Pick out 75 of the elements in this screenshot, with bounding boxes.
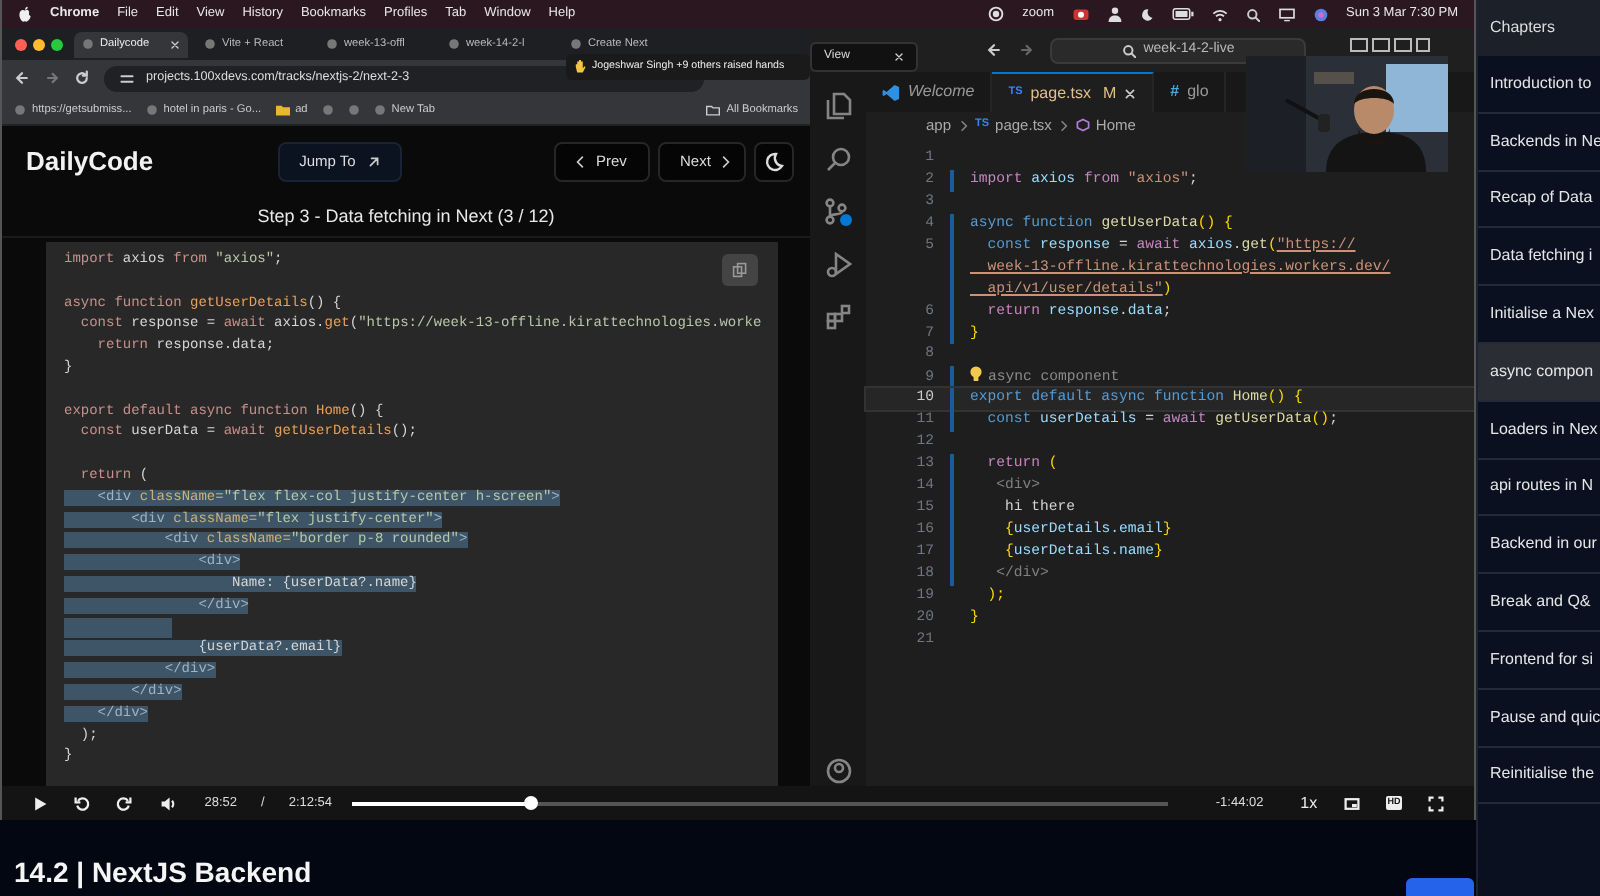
search-icon[interactable] xyxy=(1246,7,1260,21)
vscode-logo-icon xyxy=(882,83,900,101)
chapter-item[interactable]: Backend in our xyxy=(1478,516,1600,575)
step-title: Step 3 - Data fetching in Next (3 / 12) xyxy=(2,198,810,238)
symbol-icon xyxy=(1075,118,1090,132)
chevron-left-icon xyxy=(576,156,584,168)
chapter-item[interactable]: api routes in N xyxy=(1478,459,1600,517)
chevron-right-icon xyxy=(959,119,968,131)
speed-button[interactable]: 1x xyxy=(1287,789,1331,817)
source-control-icon[interactable] xyxy=(824,198,852,226)
favicon-icon xyxy=(570,38,582,50)
copy-button[interactable] xyxy=(722,254,758,286)
chapters-heading: Chapters xyxy=(1478,0,1600,56)
favicon-icon xyxy=(82,38,94,50)
chapter-item[interactable]: Recap of Data xyxy=(1478,171,1600,229)
apple-icon[interactable] xyxy=(18,6,32,22)
fullscreen-icon xyxy=(1428,795,1445,811)
favicon-icon xyxy=(326,38,338,50)
account-icon[interactable] xyxy=(825,758,851,784)
run-debug-icon[interactable] xyxy=(825,252,851,278)
site-info-icon[interactable] xyxy=(120,71,134,85)
favicon-icon xyxy=(448,38,460,50)
chapter-item[interactable]: Frontend for si xyxy=(1478,631,1600,690)
window-controls-icon[interactable] xyxy=(14,37,66,51)
moon-icon[interactable] xyxy=(1140,7,1154,21)
chevron-right-icon xyxy=(1059,119,1068,131)
reload-icon[interactable] xyxy=(74,70,90,86)
forward-icon[interactable] xyxy=(44,70,60,86)
chapter-item[interactable]: Pause and quic xyxy=(1478,689,1600,748)
progress-handle[interactable] xyxy=(524,796,539,810)
camera-icon[interactable] xyxy=(1072,6,1090,22)
copy-icon xyxy=(732,262,748,278)
close-icon[interactable] xyxy=(170,39,180,49)
forward-icon[interactable] xyxy=(1018,42,1034,58)
chevron-right-icon xyxy=(722,156,731,168)
chapter-item[interactable]: async compon xyxy=(1478,343,1600,402)
rewind-icon xyxy=(73,795,90,811)
theme-toggle-button[interactable] xyxy=(754,142,794,182)
bookmark[interactable] xyxy=(321,104,334,116)
picture-in-picture-icon xyxy=(1343,795,1360,811)
back-icon[interactable] xyxy=(986,42,1002,58)
lightbulb-icon[interactable] xyxy=(970,366,982,383)
display-icon[interactable] xyxy=(1278,7,1296,21)
raised-hand-icon xyxy=(574,60,586,74)
folder-icon xyxy=(706,103,721,116)
favicon-icon xyxy=(204,38,216,50)
chapter-item[interactable]: Loaders in Nex xyxy=(1478,401,1600,460)
user-icon[interactable] xyxy=(1108,6,1122,22)
record-icon[interactable] xyxy=(988,6,1005,22)
search-icon[interactable] xyxy=(825,146,851,172)
layout-icon[interactable] xyxy=(1350,37,1430,51)
forward-icon xyxy=(116,795,133,811)
battery-icon[interactable] xyxy=(1172,8,1194,20)
site-logo[interactable]: DailyCode xyxy=(26,142,154,182)
chapter-item[interactable]: Introduction to xyxy=(1478,56,1600,114)
search-icon xyxy=(1121,43,1136,57)
chapter-item[interactable]: Reinitialise the xyxy=(1478,747,1600,805)
siri-icon[interactable] xyxy=(1314,7,1328,21)
chapter-item[interactable]: Data fetching i xyxy=(1478,228,1600,287)
folder-icon xyxy=(275,103,290,116)
moon-icon xyxy=(764,152,784,172)
extensions-icon[interactable] xyxy=(825,304,851,330)
close-icon[interactable] xyxy=(1124,87,1137,99)
volume-icon xyxy=(159,795,176,811)
chapter-item[interactable]: Break and Q& xyxy=(1478,574,1600,632)
wifi-icon[interactable] xyxy=(1212,7,1228,21)
video-title: 14.2 | NextJS Backend xyxy=(14,856,312,890)
back-icon[interactable] xyxy=(14,70,30,86)
play-icon xyxy=(31,795,48,811)
globe-icon xyxy=(145,103,158,116)
globe-icon xyxy=(14,103,26,116)
files-icon[interactable] xyxy=(825,92,851,120)
bookmark[interactable] xyxy=(347,104,360,116)
arrow-up-right-icon xyxy=(367,156,380,168)
close-icon[interactable] xyxy=(894,52,904,62)
